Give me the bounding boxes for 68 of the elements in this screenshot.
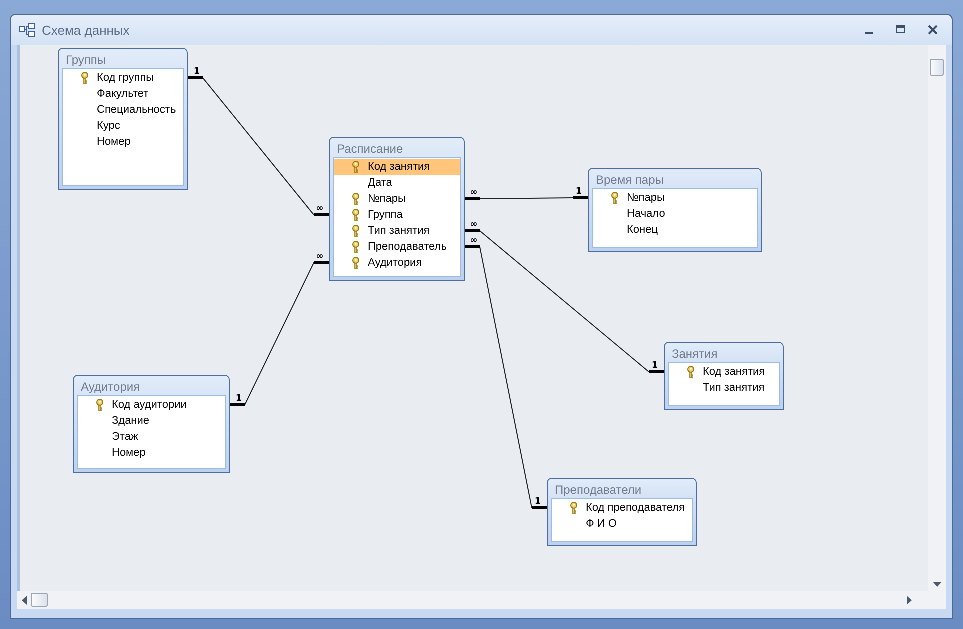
key-icon [81,72,89,84]
one-label: 1 [576,187,582,197]
table-card[interactable]: Время пары №пары Начало Конец [588,168,762,252]
field-item[interactable]: Тип занятия [669,380,779,396]
table-title: Преподаватели [554,482,643,498]
field-item[interactable]: Этаж [78,429,225,445]
field-item[interactable]: Курс [63,118,183,134]
scroll-thumb[interactable] [31,593,48,607]
field-item[interactable]: Преподаватель [334,239,460,255]
key-icon [96,398,104,412]
field-item[interactable]: №пары [334,191,460,207]
table-card[interactable]: Расписание Код занятия Дата №пары Группа Тип занятия Преподаватель Аудитория [329,137,465,281]
left-arrow-icon[interactable] [22,596,27,604]
right-arrow-icon[interactable] [907,596,912,604]
field-item[interactable]: Специальность [63,102,183,118]
key-icon [352,240,360,254]
down-arrow-icon[interactable] [932,582,942,587]
one-label: 1 [534,497,542,507]
many-label: ∞ [470,220,478,230]
field-item[interactable]: Здание [78,413,225,429]
close-icon [928,25,938,35]
field-item[interactable]: Код аудитории [78,397,225,413]
horizontal-scrollbar[interactable] [17,591,946,609]
relationships-icon [19,22,36,38]
field-item[interactable]: Ф И О [552,516,692,532]
field-item[interactable]: Код группы [63,70,183,86]
table-card[interactable]: Преподаватели Код преподавателя Ф И О [547,478,697,546]
field-item[interactable]: Код преподавателя [552,500,692,516]
table-card[interactable]: Занятия Код занятия Тип занятия [664,342,784,410]
vertical-scrollbar[interactable] [928,45,946,591]
table-card[interactable]: Группы Код группы Факультет Специальность Курс Номер [58,48,188,190]
field-item[interactable]: Номер [78,445,225,461]
one-label: 1 [194,67,200,77]
field-item[interactable]: №пары [593,190,757,206]
field-item[interactable]: Конец [593,222,757,238]
many-label: ∞ [316,204,324,214]
minimize-icon [865,32,873,34]
key-icon [570,502,578,514]
one-label: 1 [236,394,242,404]
field-item[interactable]: Номер [63,134,183,150]
many-label: ∞ [470,236,478,246]
key-icon [352,224,360,238]
field-item[interactable]: Дата [334,175,460,191]
field-item[interactable]: Факультет [63,86,183,102]
many-label: ∞ [316,252,324,262]
window-title: Схема данных [42,22,131,38]
table-title: Время пары [595,172,665,188]
field-item[interactable]: Код занятия [334,159,460,175]
key-icon [352,256,360,270]
key-icon [352,160,360,174]
key-icon [352,208,360,222]
key-icon [611,192,619,204]
many-label: ∞ [470,188,478,198]
table-card[interactable]: Аудитория Код аудитории Здание Этаж Номер [73,375,230,473]
table-title: Группы [65,52,107,68]
key-icon [352,192,360,206]
table-title: Занятия [671,346,719,362]
key-icon [687,366,695,378]
table-title: Аудитория [80,379,142,395]
field-item[interactable]: Начало [593,206,757,222]
field-item[interactable]: Аудитория [334,255,460,271]
field-item[interactable]: Код занятия [669,364,779,380]
field-item[interactable]: Группа [334,207,460,223]
maximize-icon [896,25,906,35]
one-label: 1 [652,361,658,371]
scroll-thumb[interactable] [930,59,944,76]
field-item[interactable]: Тип занятия [334,223,460,239]
table-title: Расписание [336,141,404,157]
